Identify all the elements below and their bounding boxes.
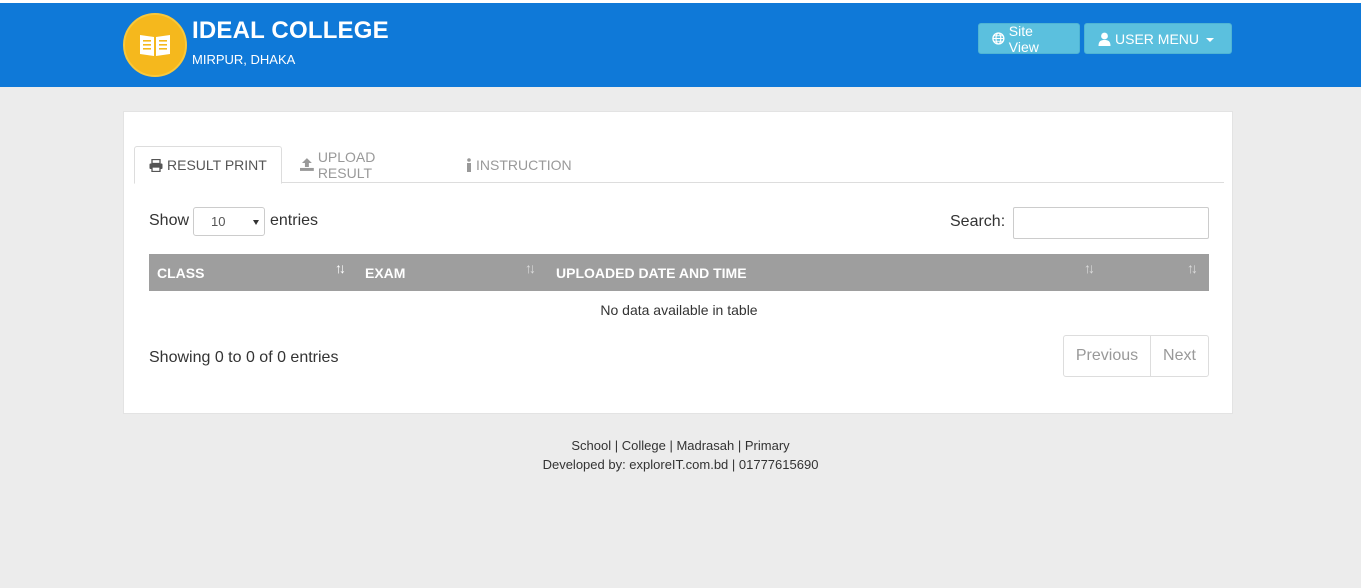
page-length-value: 10 xyxy=(211,214,226,229)
table-info: Showing 0 to 0 of 0 entries xyxy=(149,349,339,366)
tab-result-print-label: RESULT PRINT xyxy=(167,157,267,173)
show-label: Show xyxy=(149,212,190,229)
footer: School | College | Madrasah | Primary De… xyxy=(0,436,1361,474)
footer-link-school[interactable]: School xyxy=(571,438,611,453)
search-input[interactable] xyxy=(1013,207,1209,239)
tab-instruction[interactable]: INSTRUCTION xyxy=(452,146,592,183)
footer-link-madrasah[interactable]: Madrasah xyxy=(676,438,734,453)
footer-link-college[interactable]: College xyxy=(622,438,666,453)
upload-icon xyxy=(300,158,314,171)
next-button[interactable]: Next xyxy=(1151,336,1208,376)
info-icon xyxy=(467,157,471,172)
page-length-select[interactable]: 10 xyxy=(193,207,265,236)
book-icon xyxy=(140,35,170,56)
sort-icon: ↑↓ xyxy=(1187,260,1198,276)
tab-result-print[interactable]: RESULT PRINT xyxy=(134,146,282,184)
search-label: Search: xyxy=(950,213,1006,230)
previous-button[interactable]: Previous xyxy=(1064,336,1151,376)
globe-icon xyxy=(992,32,1005,45)
site-view-button[interactable]: Site View xyxy=(978,22,1080,55)
result-panel: RESULT PRINT UPLOAD RESULT INSTRUCTION S… xyxy=(123,111,1233,414)
pagination: Previous Next xyxy=(1063,335,1209,377)
tab-instruction-label: INSTRUCTION xyxy=(476,156,572,173)
caret-down-icon xyxy=(1206,37,1215,42)
user-menu-label: USER MENU xyxy=(1115,30,1200,47)
site-view-label: Site View xyxy=(1008,22,1039,55)
college-location: MIRPUR, DHAKA xyxy=(192,52,296,67)
entries-label: entries xyxy=(270,212,319,229)
user-icon xyxy=(1098,32,1111,46)
college-name[interactable]: IDEAL COLLEGE xyxy=(192,17,389,45)
college-logo[interactable] xyxy=(123,13,187,77)
column-header-uploaded-date[interactable]: UPLOADED DATE AND TIME xyxy=(548,254,1098,291)
tab-bar: RESULT PRINT UPLOAD RESULT INSTRUCTION xyxy=(134,146,1224,184)
empty-table-message: No data available in table xyxy=(600,301,758,318)
tab-upload-result[interactable]: UPLOAD RESULT xyxy=(286,146,446,183)
printer-icon xyxy=(149,158,163,172)
sort-icon: ↑↓ xyxy=(525,260,536,276)
footer-link-primary[interactable]: Primary xyxy=(745,438,790,453)
header-bar: IDEAL COLLEGE MIRPUR, DHAKA Site View US… xyxy=(0,3,1361,87)
dropdown-arrow-icon xyxy=(253,220,259,225)
developer-credit: Developed by: exploreIT.com.bd | 0177761… xyxy=(542,457,819,472)
footer-links: School | College | Madrasah | Primary xyxy=(571,438,790,453)
column-header-class[interactable]: CLASS ↑↓ xyxy=(149,254,357,291)
sort-icon: ↑↓ xyxy=(335,260,346,276)
column-header-exam[interactable]: EXAM xyxy=(357,254,548,291)
table-header: CLASS ↑↓ EXAM UPLOADED DATE AND TIME ↑↓ … xyxy=(149,254,1209,291)
sort-icon: ↑↓ xyxy=(1084,260,1095,276)
tab-upload-result-label: UPLOAD RESULT xyxy=(317,148,376,181)
user-menu-button[interactable]: USER MENU xyxy=(1084,23,1232,54)
